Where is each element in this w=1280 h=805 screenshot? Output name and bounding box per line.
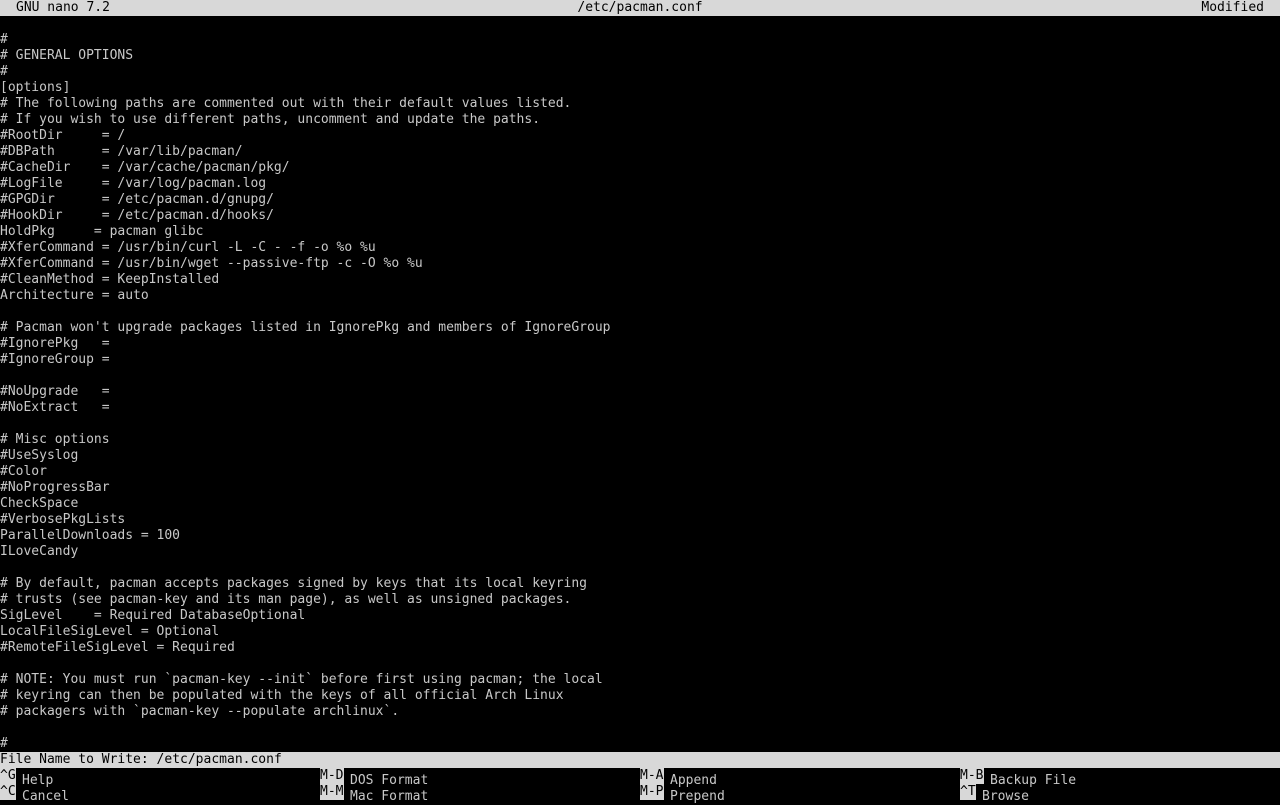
editor-line[interactable] [0, 656, 1280, 672]
editor-line[interactable]: # [0, 32, 1280, 48]
editor-line[interactable]: #NoExtract = [0, 400, 1280, 416]
shortcut-label: Cancel [22, 789, 69, 804]
shortcut-label: Mac Format [350, 789, 429, 804]
editor-line[interactable]: #VerbosePkgLists [0, 512, 1280, 528]
editor-line[interactable]: #RootDir = / [0, 128, 1280, 144]
shortcut-prepend[interactable]: M-P Prepend [640, 784, 725, 804]
editor-line[interactable]: Architecture = auto [0, 288, 1280, 304]
filename-input[interactable]: /etc/pacman.conf [157, 752, 282, 767]
editor-line[interactable]: #NoUpgrade = [0, 384, 1280, 400]
title-bar: /etc/pacman.conf GNU nano 7.2 Modified [0, 0, 1280, 16]
editor-line[interactable]: # Misc options [0, 432, 1280, 448]
editor-line[interactable]: #HookDir = /etc/pacman.d/hooks/ [0, 208, 1280, 224]
editor-line[interactable]: CheckSpace [0, 496, 1280, 512]
editor-line[interactable]: LocalFileSigLevel = Optional [0, 624, 1280, 640]
shortcut-key: ^T [960, 784, 976, 800]
editor-line[interactable]: # By default, pacman accepts packages si… [0, 576, 1280, 592]
editor-line[interactable] [0, 16, 1280, 32]
editor-line[interactable]: SigLevel = Required DatabaseOptional [0, 608, 1280, 624]
shortcut-browse[interactable]: ^T Browse [960, 784, 1029, 804]
editor-line[interactable] [0, 304, 1280, 320]
editor-line[interactable]: #GPGDir = /etc/pacman.d/gnupg/ [0, 192, 1280, 208]
editor-line[interactable]: #CleanMethod = KeepInstalled [0, 272, 1280, 288]
editor-line[interactable]: # keyring can then be populated with the… [0, 688, 1280, 704]
shortcut-label: Prepend [670, 789, 725, 804]
editor-line[interactable]: ParallelDownloads = 100 [0, 528, 1280, 544]
editor-line[interactable] [0, 368, 1280, 384]
editor-line[interactable]: #CacheDir = /var/cache/pacman/pkg/ [0, 160, 1280, 176]
editor-line[interactable]: # Pacman won't upgrade packages listed i… [0, 320, 1280, 336]
prompt-label: File Name to Write: [0, 752, 157, 767]
shortcut-bar: ^G Help ^C Cancel M-D DOS Format M-M Mac For… [0, 768, 1280, 804]
editor-line[interactable]: #LogFile = /var/log/pacman.log [0, 176, 1280, 192]
editor-line[interactable]: # packagers with `pacman-key --populate … [0, 704, 1280, 720]
shortcut-key: ^G [0, 768, 16, 784]
editor-line[interactable] [0, 720, 1280, 736]
filename-prompt[interactable]: File Name to Write: /etc/pacman.conf [0, 752, 1280, 768]
shortcut-key: M-M [320, 784, 344, 800]
editor-line[interactable] [0, 416, 1280, 432]
shortcut-key: M-B [960, 768, 984, 784]
editor-line[interactable]: # GENERAL OPTIONS [0, 48, 1280, 64]
shortcut-dos-format[interactable]: M-D DOS Format [320, 768, 428, 788]
shortcut-cancel[interactable]: ^C Cancel [0, 784, 69, 804]
shortcut-help[interactable]: ^G Help [0, 768, 53, 788]
editor-line[interactable]: ILoveCandy [0, 544, 1280, 560]
app-name: GNU nano 7.2 [16, 0, 110, 15]
shortcut-key: M-D [320, 768, 344, 784]
editor-line[interactable]: #XferCommand = /usr/bin/wget --passive-f… [0, 256, 1280, 272]
shortcut-key: M-P [640, 784, 664, 800]
editor-line[interactable]: #IgnorePkg = [0, 336, 1280, 352]
shortcut-append[interactable]: M-A Append [640, 768, 717, 788]
editor-line[interactable]: #XferCommand = /usr/bin/curl -L -C - -f … [0, 240, 1280, 256]
shortcut-label: Browse [982, 789, 1029, 804]
editor-line[interactable]: #UseSyslog [0, 448, 1280, 464]
file-name: /etc/pacman.conf [577, 0, 703, 15]
shortcut-key: M-A [640, 768, 664, 784]
editor-buffer[interactable]: # # GENERAL OPTIONS # [options] # The follow… [0, 16, 1280, 752]
editor-line[interactable]: [options] [0, 80, 1280, 96]
editor-line[interactable]: #Color [0, 464, 1280, 480]
shortcut-mac-format[interactable]: M-M Mac Format [320, 784, 428, 804]
editor-line[interactable]: # The following paths are commented out … [0, 96, 1280, 112]
modified-status: Modified [1201, 0, 1264, 15]
editor-line[interactable]: # NOTE: You must run `pacman-key --init`… [0, 672, 1280, 688]
editor-line[interactable]: # [0, 736, 1280, 752]
editor-line[interactable]: #RemoteFileSigLevel = Required [0, 640, 1280, 656]
editor-line[interactable]: #IgnoreGroup = [0, 352, 1280, 368]
editor-line[interactable]: #DBPath = /var/lib/pacman/ [0, 144, 1280, 160]
editor-line[interactable]: #NoProgressBar [0, 480, 1280, 496]
editor-line[interactable]: HoldPkg = pacman glibc [0, 224, 1280, 240]
editor-line[interactable]: # If you wish to use different paths, un… [0, 112, 1280, 128]
editor-line[interactable]: # trusts (see pacman-key and its man pag… [0, 592, 1280, 608]
shortcut-backup-file[interactable]: M-B Backup File [960, 768, 1076, 788]
editor-line[interactable] [0, 560, 1280, 576]
shortcut-key: ^C [0, 784, 16, 800]
editor-line[interactable]: # [0, 64, 1280, 80]
